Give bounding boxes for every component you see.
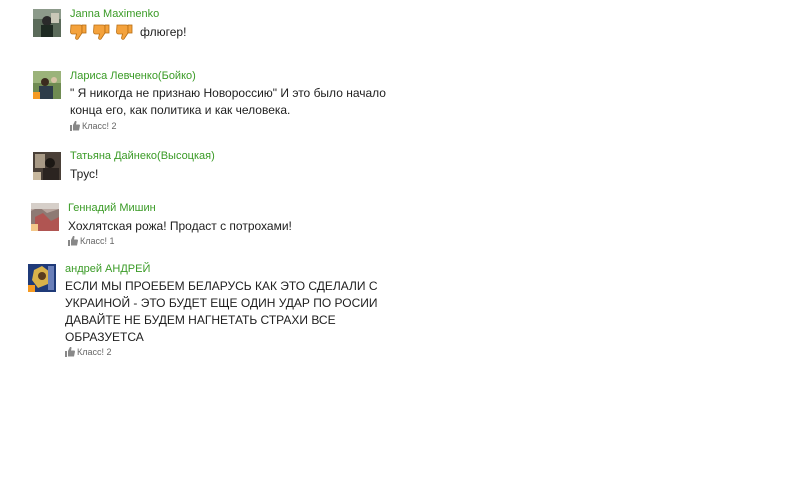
comment-text-line: " Я никогда не признаю Новороссию" И это…	[70, 86, 386, 100]
author-name[interactable]: Татьяна Дайнеко(Высоцкая)	[70, 150, 215, 162]
comment-text-line: ЕСЛИ МЫ ПРОЕБЕМ БЕЛАРУСЬ КАК ЭТО СДЕЛАЛИ…	[65, 279, 378, 293]
thumbs-down-icon	[92, 24, 110, 46]
comment-text: Хохлятская рожа! Продаст с потрохами!	[68, 219, 292, 233]
like-button[interactable]: Класс! 2	[70, 121, 117, 131]
author-name[interactable]: Janna Maximenko	[70, 8, 159, 20]
like-count: Класс! 1	[80, 236, 115, 246]
comment-text: Трус!	[70, 167, 99, 181]
author-name[interactable]: андрей АНДРЕЙ	[65, 263, 150, 275]
avatar[interactable]	[33, 9, 61, 37]
online-badge	[28, 285, 35, 292]
online-badge	[31, 224, 38, 231]
online-badge	[33, 92, 40, 99]
comment-text-line: конца его, как политика и как человека.	[70, 103, 291, 117]
reaction-icons	[69, 24, 133, 46]
avatar[interactable]	[31, 203, 59, 231]
comment-text: флюгер!	[140, 25, 187, 39]
comment-text-line: УКРАИНОЙ - ЭТО БУДЕТ ЕЩЕ ОДИН УДАР ПО РО…	[65, 296, 378, 310]
like-button[interactable]: Класс! 2	[65, 347, 112, 357]
comment-text-line: ОБРАЗУЕТСА	[65, 330, 144, 344]
author-name[interactable]: Лариса Левченко(Бойко)	[70, 70, 196, 82]
comment-text-line: ДАВАЙТЕ НЕ БУДЕМ НАГНЕТАТЬ СТРАХИ ВСЕ	[65, 313, 336, 327]
avatar[interactable]	[33, 71, 61, 99]
author-name[interactable]: Геннадий Мишин	[68, 202, 156, 214]
avatar[interactable]	[28, 264, 56, 292]
like-button[interactable]: Класс! 1	[68, 236, 115, 246]
thumbs-up-icon	[68, 236, 78, 246]
thumbs-up-icon	[65, 347, 75, 357]
like-count: Класс! 2	[82, 121, 117, 131]
thumbs-down-icon	[69, 24, 87, 46]
thumbs-up-icon	[70, 121, 80, 131]
thumbs-down-icon	[115, 24, 133, 46]
avatar[interactable]	[33, 152, 61, 180]
like-count: Класс! 2	[77, 347, 112, 357]
